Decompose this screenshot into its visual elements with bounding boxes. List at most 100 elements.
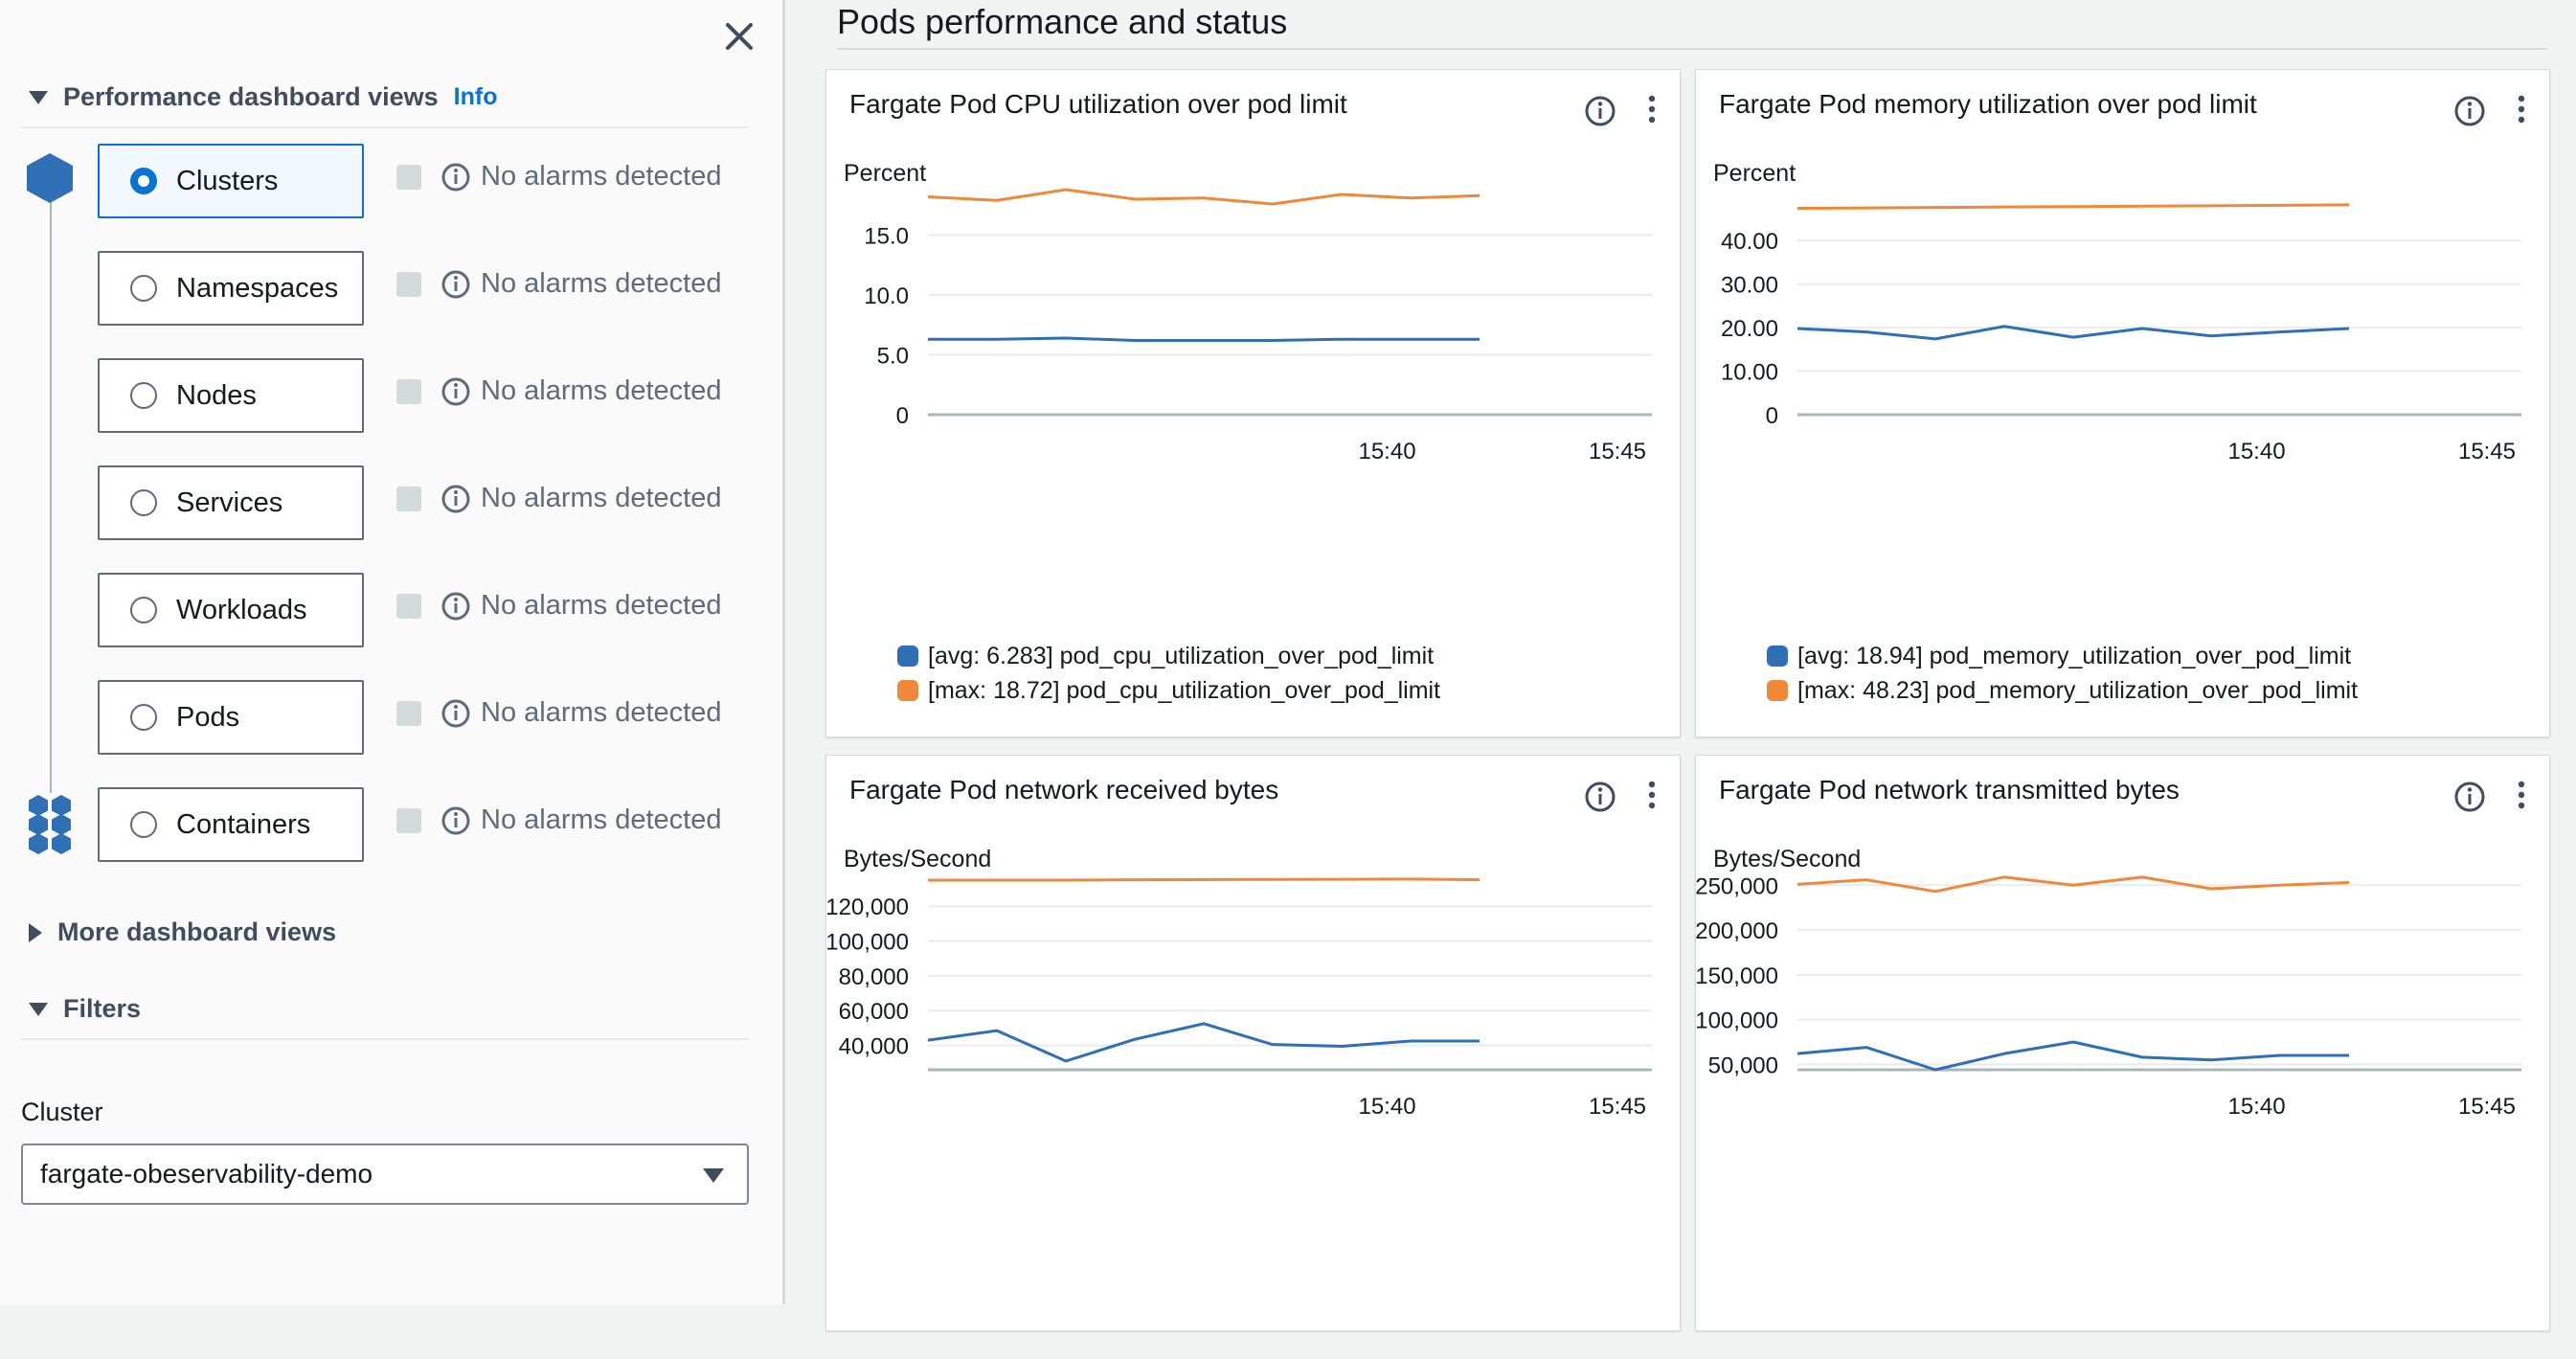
axis-unit-label: Percent — [1713, 160, 1796, 187]
x-tick-label: 15:40 — [1358, 1094, 1415, 1120]
cluster-select[interactable]: fargate-obeservability-demo — [21, 1144, 749, 1205]
widget-title: Fargate Pod network received bytes — [849, 775, 1279, 804]
line-chart: Bytes/Second 50,000 100,000 150,000 200,000 2… — [1696, 846, 2521, 1120]
more-options-icon[interactable] — [1645, 93, 1659, 125]
legend-label: [max: 48.23] pod_memory_utilization_over… — [1797, 676, 2359, 704]
axis-unit-label: Percent — [844, 160, 926, 187]
widget-cpu-utilization: Fargate Pod CPU utilization over pod lim… — [825, 69, 1681, 737]
y-tick-label: 200,000 — [1696, 918, 1778, 944]
legend-swatch — [1767, 680, 1788, 701]
y-tick-label: 15.0 — [864, 224, 909, 250]
info-link[interactable]: Info — [454, 83, 498, 111]
view-option-namespaces[interactable]: Namespaces — [98, 251, 364, 326]
view-option-pods[interactable]: Pods — [98, 680, 364, 755]
y-tick-label: 0 — [1766, 403, 1778, 429]
series-line — [1796, 1040, 2349, 1072]
main-content: Pods performance and status Fargate Pod … — [785, 0, 2576, 1331]
alarm-text: No alarms detected — [481, 375, 722, 406]
view-option-workloads[interactable]: Workloads — [98, 573, 364, 647]
view-option-containers[interactable]: Containers — [98, 787, 364, 862]
legend-item[interactable]: [max: 18.72] pod_cpu_utilization_over_po… — [897, 673, 1440, 708]
perf-views-header[interactable]: Performance dashboard views Info — [29, 82, 497, 112]
x-tick-label: 15:45 — [1589, 439, 1646, 464]
radio-icon — [130, 489, 157, 516]
filters-header[interactable]: Filters — [29, 994, 141, 1024]
y-tick-label: 100,000 — [1696, 1008, 1778, 1034]
info-icon[interactable] — [2453, 781, 2486, 813]
more-options-icon[interactable] — [1645, 779, 1659, 811]
alarm-status: No alarms detected — [396, 161, 721, 193]
perf-views-label: Performance dashboard views — [63, 82, 439, 111]
alarm-text: No alarms detected — [481, 804, 722, 835]
info-icon — [441, 377, 470, 405]
more-options-icon[interactable] — [2515, 93, 2528, 125]
axis-unit-label: Bytes/Second — [1713, 846, 1861, 872]
y-tick-label: 20.00 — [1721, 316, 1778, 342]
legend-item[interactable]: [avg: 6.283] pod_cpu_utilization_over_po… — [897, 639, 1440, 673]
info-icon — [441, 592, 470, 620]
view-option-label: Clusters — [176, 165, 279, 196]
view-option-services[interactable]: Services — [98, 465, 364, 540]
legend-label: [max: 18.72] pod_cpu_utilization_over_po… — [928, 676, 1441, 704]
alarm-checkbox[interactable] — [396, 164, 421, 190]
radio-selected-icon — [130, 168, 157, 194]
cluster-select-value: fargate-obeservability-demo — [40, 1159, 373, 1189]
series-line — [927, 1022, 1480, 1063]
alarm-status: No alarms detected — [396, 590, 721, 622]
alarm-checkbox[interactable] — [396, 271, 421, 297]
close-icon[interactable] — [720, 17, 758, 56]
alarm-checkbox[interactable] — [396, 700, 421, 726]
alarm-checkbox[interactable] — [396, 807, 421, 833]
y-tick-label: 40,000 — [839, 1034, 909, 1060]
view-option-nodes[interactable]: Nodes — [98, 358, 364, 433]
chart-legend: [avg: 18.94] pod_memory_utilization_over… — [1767, 639, 2358, 708]
more-views-label: More dashboard views — [57, 917, 337, 946]
info-icon[interactable] — [1584, 95, 1616, 127]
radio-icon — [130, 704, 157, 731]
view-option-clusters[interactable]: Clusters — [98, 144, 364, 218]
x-tick-label: 15:45 — [2458, 439, 2516, 464]
x-tick-label: 15:40 — [2227, 1094, 2285, 1120]
y-tick-label: 50,000 — [1708, 1053, 1778, 1078]
more-views-header[interactable]: More dashboard views — [29, 917, 336, 947]
view-option-label: Nodes — [176, 379, 257, 411]
info-icon — [441, 270, 470, 298]
info-icon[interactable] — [1584, 781, 1616, 813]
legend-item[interactable]: [max: 48.23] pod_memory_utilization_over… — [1767, 673, 2358, 708]
y-tick-label: 100,000 — [826, 930, 909, 956]
legend-swatch — [1767, 646, 1788, 667]
divider — [21, 1038, 749, 1040]
dropdown-caret-icon — [703, 1168, 724, 1183]
hexagon-icon — [27, 153, 73, 203]
radio-icon — [130, 275, 157, 302]
alarm-checkbox[interactable] — [396, 378, 421, 404]
x-tick-label: 15:40 — [1358, 439, 1415, 464]
y-tick-label: 40.00 — [1721, 229, 1778, 255]
y-tick-label: 0 — [896, 403, 909, 429]
legend-item[interactable]: [avg: 18.94] pod_memory_utilization_over… — [1767, 639, 2358, 673]
y-tick-label: 120,000 — [826, 895, 909, 920]
widget-memory-utilization: Fargate Pod memory utilization over pod … — [1695, 69, 2550, 737]
alarm-checkbox[interactable] — [396, 486, 421, 511]
info-icon — [441, 485, 470, 512]
info-icon[interactable] — [2453, 95, 2486, 127]
y-tick-label: 150,000 — [1696, 963, 1778, 989]
y-tick-label: 250,000 — [1696, 873, 1778, 899]
alarm-checkbox[interactable] — [396, 593, 421, 619]
view-option-label: Services — [176, 487, 283, 518]
radio-icon — [130, 597, 157, 623]
alarm-status: No alarms detected — [396, 483, 721, 514]
alarm-text: No alarms detected — [481, 483, 722, 513]
dashboard-views-panel: Performance dashboard views Info Cluster… — [0, 0, 785, 1304]
y-tick-label: 30.00 — [1721, 273, 1778, 299]
caret-right-icon — [29, 922, 42, 942]
alarm-status: No alarms detected — [396, 268, 721, 300]
y-tick-label: 80,000 — [839, 964, 909, 990]
widget-network-received: Fargate Pod network received bytes Bytes… — [825, 755, 1681, 1331]
more-options-icon[interactable] — [2515, 779, 2528, 811]
info-icon — [441, 806, 470, 834]
alarm-text: No alarms detected — [481, 268, 722, 299]
alarm-status: No alarms detected — [396, 375, 721, 407]
widget-title: Fargate Pod CPU utilization over pod lim… — [849, 89, 1347, 119]
view-option-label: Namespaces — [176, 272, 339, 304]
